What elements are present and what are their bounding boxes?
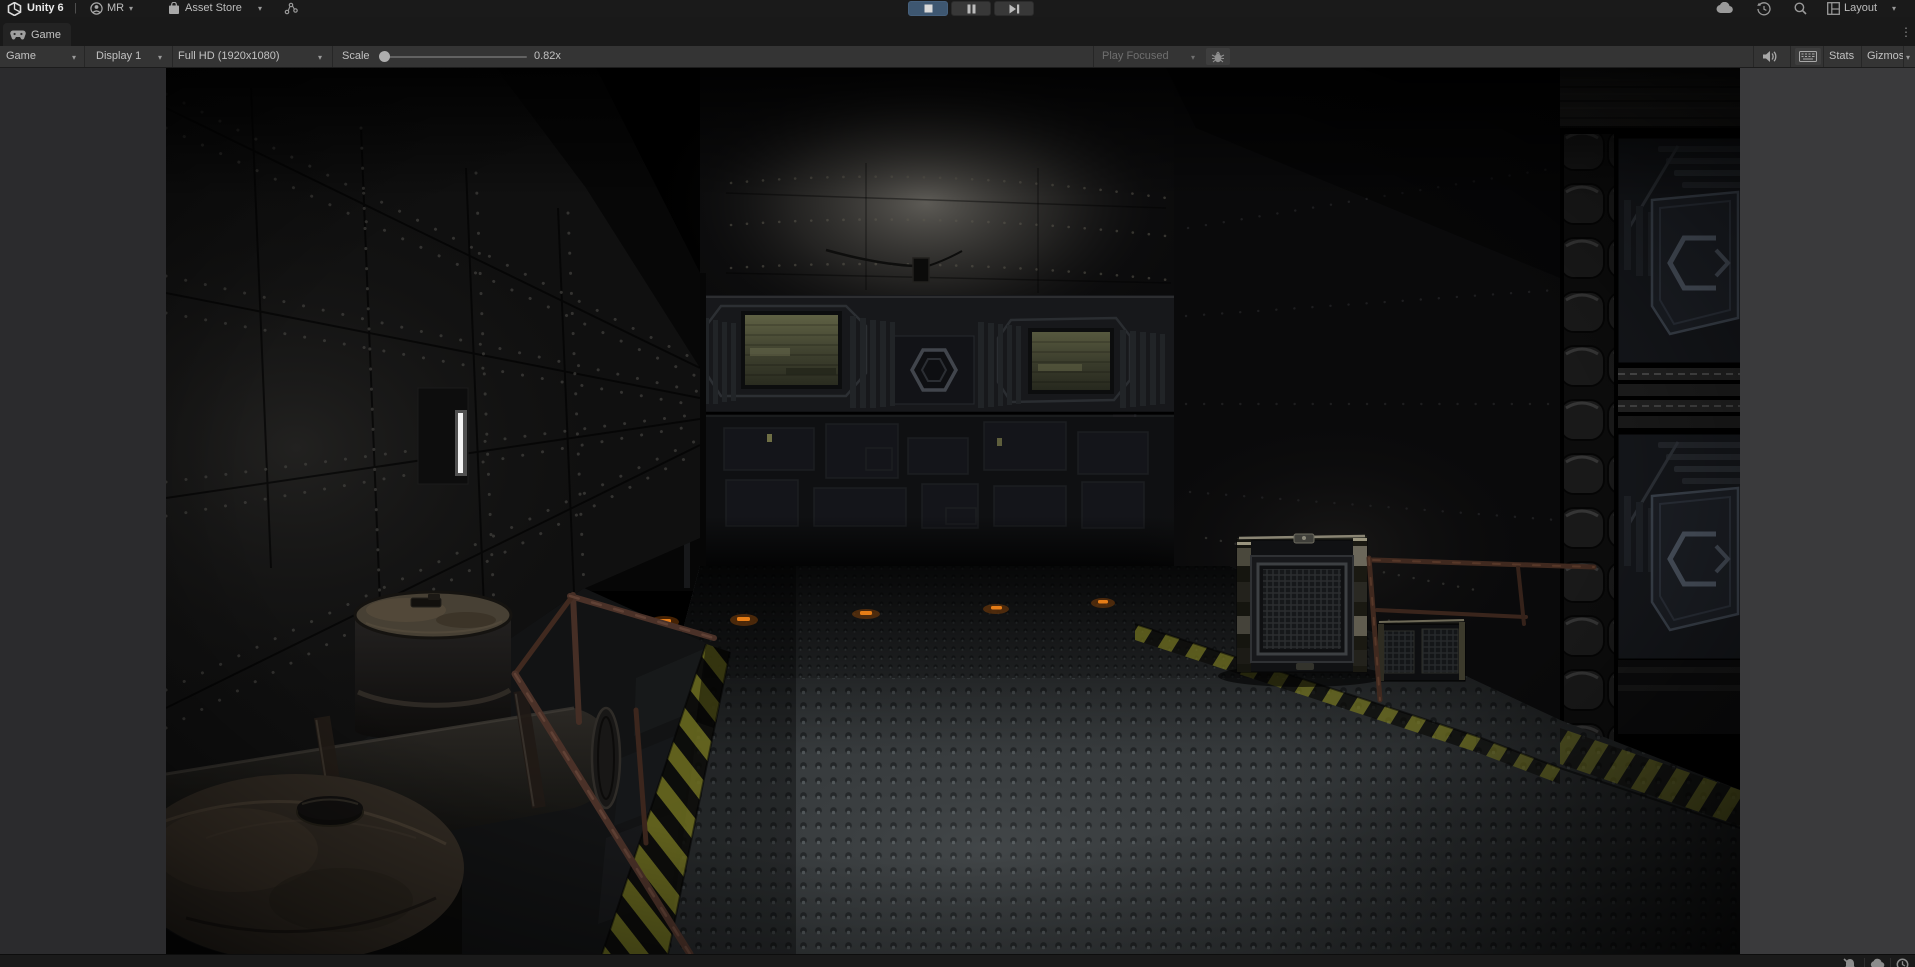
game-view-gutter-right — [1740, 68, 1915, 954]
history-icon[interactable] — [1757, 2, 1771, 16]
tab-game-label: Game — [31, 29, 61, 41]
main-toolbar: Unity 6 | MR ▾ Asset Store ▾ — [0, 0, 1915, 18]
layout-grid-icon[interactable] — [1827, 2, 1840, 15]
keyboard-icon — [1799, 51, 1817, 62]
divider — [332, 46, 333, 67]
divider — [1864, 958, 1865, 967]
scale-value: 0.82x — [534, 50, 561, 63]
menubar-separator: | — [74, 2, 77, 15]
scale-slider-thumb[interactable] — [379, 51, 390, 62]
tab-game[interactable]: Game — [3, 23, 71, 46]
divider — [1093, 46, 1094, 67]
chevron-down-icon: ▾ — [318, 53, 322, 62]
tab-bar: Game ⋮ — [0, 17, 1915, 46]
resolution-dropdown[interactable]: Full HD (1920x1080) — [178, 50, 280, 63]
game-view-panel — [0, 68, 1915, 954]
pause-icon — [967, 4, 976, 14]
chevron-down-icon: ▾ — [1906, 53, 1910, 62]
stats-toggle[interactable]: Stats — [1829, 50, 1854, 63]
chevron-down-icon: ▾ — [129, 4, 133, 13]
step-icon — [1009, 4, 1020, 14]
step-button[interactable] — [994, 1, 1034, 16]
gamepad-icon — [10, 30, 26, 40]
divider — [1823, 46, 1824, 67]
scale-slider[interactable] — [380, 56, 527, 58]
divider — [1903, 46, 1904, 67]
cloud-icon[interactable] — [1716, 2, 1734, 14]
debug-toggle[interactable] — [1206, 48, 1230, 65]
search-icon[interactable] — [1794, 2, 1807, 15]
unity-logo-icon — [7, 2, 22, 16]
notification-icon[interactable] — [1843, 958, 1857, 967]
divider — [1861, 46, 1862, 67]
game-view-toolbar: Game ▾ Display 1 ▾ Full HD (1920x1080) ▾… — [0, 46, 1915, 68]
chevron-down-icon: ▾ — [72, 53, 76, 62]
game-view-gutter-left — [0, 68, 166, 954]
pause-button[interactable] — [951, 1, 991, 16]
progress-spinner-icon[interactable] — [1896, 958, 1909, 967]
chevron-down-icon: ▾ — [1892, 4, 1896, 13]
cloud-status-icon[interactable] — [1870, 958, 1885, 967]
divider — [1790, 46, 1791, 67]
game-viewport-render[interactable] — [166, 68, 1740, 954]
view-mode-dropdown[interactable]: Game — [6, 50, 36, 63]
bug-icon — [1211, 51, 1225, 63]
mute-audio-icon[interactable] — [1762, 50, 1778, 63]
gizmos-dropdown[interactable]: Gizmos — [1867, 50, 1904, 63]
divider — [172, 46, 173, 67]
account-icon[interactable] — [90, 2, 103, 15]
layout-menu[interactable]: Layout — [1844, 2, 1877, 15]
divider — [1890, 958, 1891, 967]
chevron-down-icon: ▾ — [1191, 53, 1195, 62]
divider — [1753, 46, 1754, 67]
keyboard-toggle[interactable] — [1795, 48, 1821, 65]
status-bar — [0, 954, 1915, 967]
asset-store-menu[interactable]: Asset Store — [185, 2, 242, 15]
account-menu[interactable]: MR — [107, 2, 124, 15]
vignette — [166, 68, 1740, 954]
chevron-down-icon: ▾ — [158, 53, 162, 62]
play-focused-dropdown[interactable]: Play Focused — [1102, 50, 1169, 63]
divider — [84, 46, 85, 67]
stop-button[interactable] — [908, 1, 948, 16]
scale-label: Scale — [342, 50, 370, 63]
chevron-down-icon: ▾ — [258, 4, 262, 13]
version-control-icon[interactable] — [284, 2, 298, 15]
app-title: Unity 6 — [27, 2, 64, 15]
asset-store-bag-icon[interactable] — [168, 2, 180, 15]
tab-overflow-menu[interactable]: ⋮ — [1900, 25, 1912, 39]
game-scene — [166, 68, 1740, 954]
stop-icon — [924, 4, 933, 13]
display-dropdown[interactable]: Display 1 — [96, 50, 141, 63]
